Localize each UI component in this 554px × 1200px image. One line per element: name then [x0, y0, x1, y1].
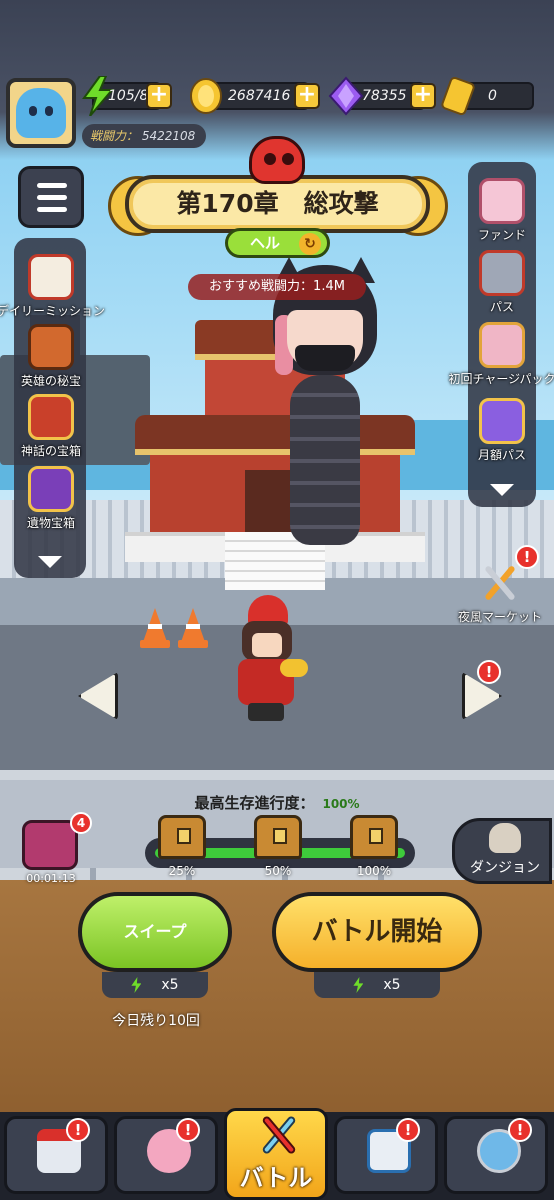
milestone-label: 100%: [356, 864, 392, 878]
demon-skull-icon: [249, 136, 305, 184]
road-curb: [0, 770, 554, 780]
sweep-remaining: 今日残り10回: [112, 1013, 200, 1029]
ticket-icon: [441, 76, 475, 116]
pass-label: パス: [489, 300, 514, 314]
sweep-cost-value: x5: [161, 977, 179, 993]
first-charge-icon: [479, 322, 525, 368]
daily-mission-button[interactable]: デイリーミッション: [0, 254, 106, 319]
dungeon-label: ダンジョン: [470, 860, 540, 876]
milestone-chest-100[interactable]: [350, 815, 398, 859]
myth-chest-button[interactable]: 神話の宝箱: [0, 394, 106, 459]
start-battle-button[interactable]: バトル開始: [272, 892, 482, 972]
hero-treasure-icon: [28, 324, 74, 370]
first-charge-label: 初回チャージパック: [448, 372, 554, 386]
chevron-down-icon[interactable]: [38, 556, 62, 568]
next-stage-alert-badge: !: [477, 660, 501, 684]
milestone-label: 25%: [168, 864, 196, 878]
add-gem-button[interactable]: +: [410, 83, 436, 109]
combat-power-value: 5422108: [141, 129, 196, 143]
milestone-chest-25[interactable]: [158, 815, 206, 859]
piggy-bank-icon: [479, 178, 525, 224]
pass-button[interactable]: パス: [447, 250, 554, 315]
hamburger-menu-button[interactable]: [18, 166, 84, 228]
skull-icon: [489, 823, 521, 853]
night-market-alert-badge: !: [515, 545, 539, 569]
nav-battle[interactable]: バトル: [224, 1108, 328, 1200]
gem-counter: 78355 +: [328, 76, 436, 116]
idle-reward-timer: 00:01:13: [26, 872, 76, 885]
myth-chest-label: 神話の宝箱: [20, 444, 81, 458]
purple-gem-icon: [328, 76, 364, 116]
slime-icon: [16, 88, 66, 138]
calendar-icon: [28, 254, 74, 300]
energy-counter: 105/80 +: [82, 76, 172, 116]
hero-treasure-button[interactable]: 英雄の秘宝: [0, 324, 106, 389]
nav-emblem-badge: !: [508, 1118, 532, 1142]
sweep-button[interactable]: スイープ: [78, 892, 232, 972]
nav-nurse-badge: !: [176, 1118, 200, 1142]
combat-power-label: 戦闘力：: [90, 129, 139, 143]
monthly-pass-label: 月額パス: [477, 448, 526, 462]
survival-progress-title: 最高生存進行度： 100%: [0, 792, 554, 813]
survival-progress-label: 最高生存進行度：: [194, 794, 315, 812]
monthly-pass-button[interactable]: 月額パス: [447, 398, 554, 463]
combat-power: 戦闘力： 5422108: [82, 124, 206, 148]
wrench-screwdriver-icon: [485, 566, 515, 600]
lightning-icon: [353, 977, 364, 993]
traffic-cone-icon: [140, 608, 170, 648]
gold-coin-icon: [190, 78, 222, 114]
battle-cost-value: x5: [383, 977, 401, 993]
ticket-value: 0: [488, 88, 497, 104]
myth-chest-icon: [28, 394, 74, 440]
battle-cost: x5: [314, 972, 440, 998]
hero-treasure-label: 英雄の秘宝: [20, 374, 81, 388]
milestone-chest-50[interactable]: [254, 815, 302, 859]
chevron-down-icon[interactable]: [490, 484, 514, 496]
nav-medkit[interactable]: [334, 1116, 438, 1194]
ticket-counter: 0: [441, 76, 534, 116]
add-energy-button[interactable]: +: [146, 83, 172, 109]
gold-value: 2687416: [228, 88, 291, 104]
refresh-icon: ↻: [299, 233, 321, 255]
player-avatar[interactable]: [6, 78, 76, 148]
boss-character: [265, 257, 385, 545]
milestone-label: 50%: [264, 864, 292, 878]
nav-nurse[interactable]: [114, 1116, 218, 1194]
relic-chest-label: 遺物宝箱: [26, 516, 75, 530]
daily-mission-label: デイリーミッション: [0, 304, 105, 318]
fund-label: ファンド: [477, 228, 526, 242]
relic-chest-icon: [28, 466, 74, 512]
nav-battle-label: バトル: [239, 1164, 313, 1192]
dungeon-button[interactable]: ダンジョン: [452, 818, 552, 884]
sweep-cost: x5: [102, 972, 208, 998]
difficulty-selector[interactable]: ヘル ↻: [225, 228, 330, 258]
treasure-pile-icon: [22, 820, 78, 870]
fund-button[interactable]: ファンド: [447, 178, 554, 243]
relic-chest-button[interactable]: 遺物宝箱: [0, 466, 106, 531]
nav-shop[interactable]: [4, 1116, 108, 1194]
idle-reward-count: 4: [70, 812, 92, 834]
difficulty-label: ヘル: [250, 234, 281, 252]
gold-counter: 2687416 +: [190, 78, 320, 114]
nav-medkit-badge: !: [396, 1118, 420, 1142]
monthly-pass-icon: [479, 398, 525, 444]
recommended-power: おすすめ戦闘力：1.4M: [188, 274, 366, 300]
nav-emblem[interactable]: [444, 1116, 548, 1194]
crossed-syringes-icon: [262, 1116, 296, 1154]
nav-shop-badge: !: [66, 1118, 90, 1142]
night-market-button[interactable]: 夜風マーケット: [445, 560, 554, 625]
pass-icon: [479, 250, 525, 296]
idle-reward-button[interactable]: 4 00:01:13: [12, 812, 92, 888]
first-charge-button[interactable]: 初回チャージパック: [447, 322, 554, 387]
hero-character: [220, 595, 310, 725]
lightning-icon: [131, 977, 142, 993]
add-gold-button[interactable]: +: [294, 83, 320, 109]
night-market-label: 夜風マーケット: [457, 610, 542, 624]
gem-value: 78355: [362, 88, 407, 104]
traffic-cone-icon: [178, 608, 208, 648]
survival-progress-value: 100%: [322, 797, 360, 811]
